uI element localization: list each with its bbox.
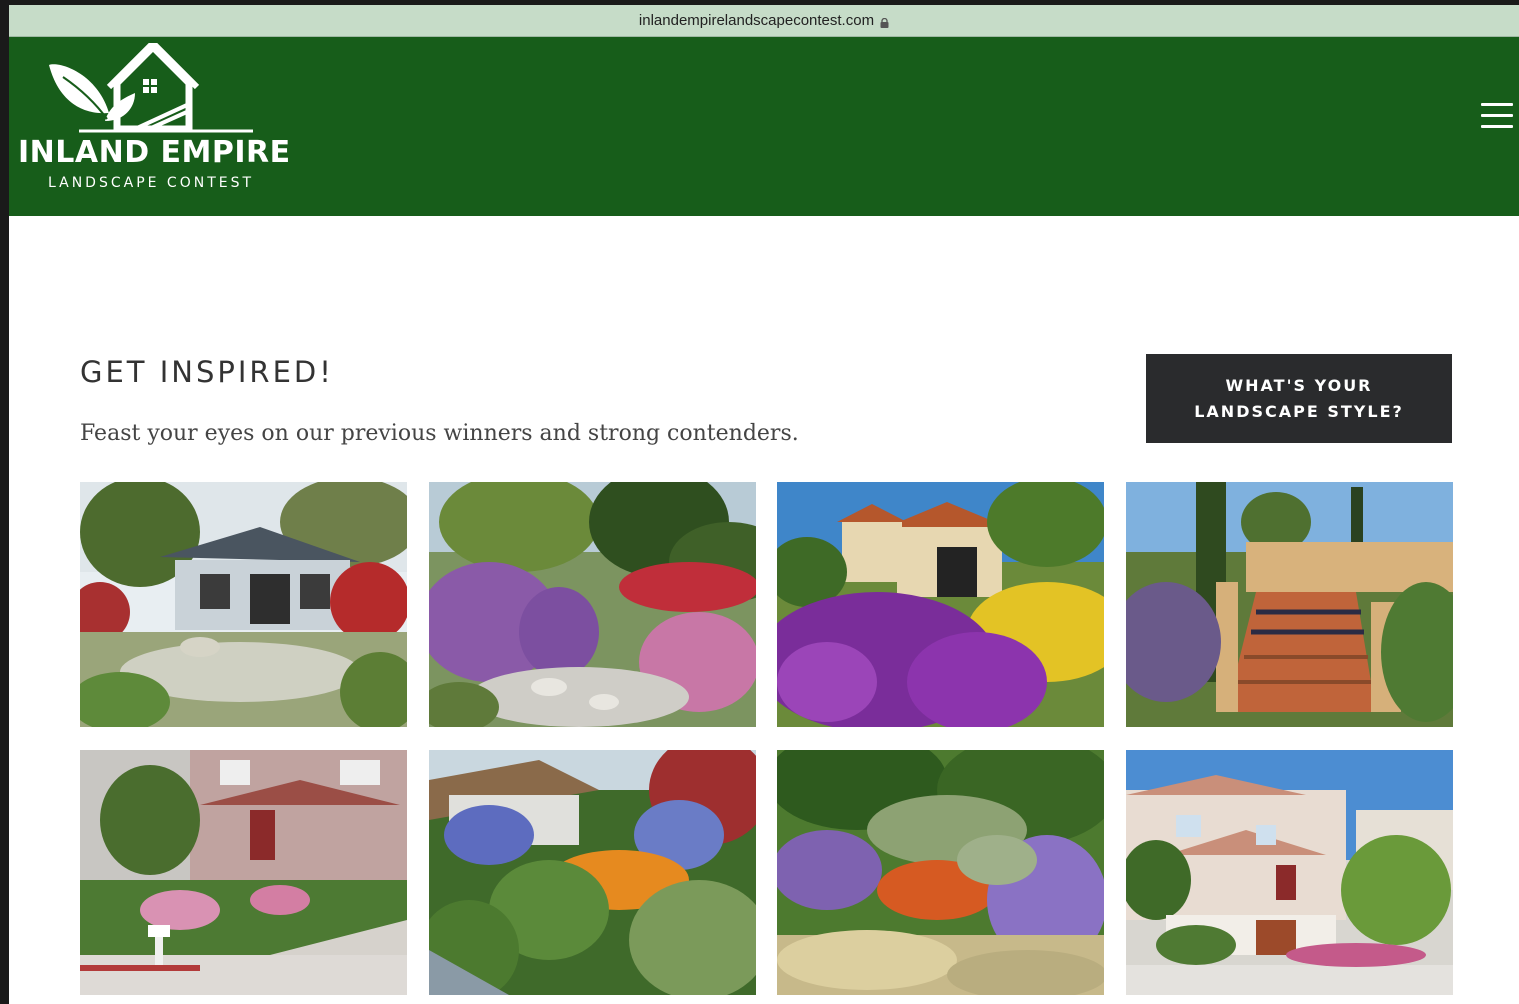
gallery-photo-spanish-house-purple-flowers[interactable] [777, 482, 1104, 727]
house-leaf-logo-icon [49, 43, 253, 133]
address-bar[interactable]: inlandempirelandscapecontest.com [9, 5, 1519, 37]
gallery-photo-lush-cottage-garden[interactable] [429, 750, 756, 995]
gallery-photo-wildflower-meadow[interactable] [777, 750, 1104, 995]
gallery-photo-craftsman-house-garden[interactable] [80, 482, 407, 727]
hamburger-menu-button[interactable] [1481, 103, 1513, 129]
landscape-style-button-label: WHAT'S YOUR LANDSCAPE STYLE? [1194, 375, 1404, 421]
site-header: INLAND EMPIRE LANDSCAPE CONTEST [9, 37, 1519, 216]
page-subtitle: Feast your eyes on our previous winners … [80, 421, 799, 446]
hamburger-icon [1481, 103, 1513, 106]
gallery-photo-terracotta-stairs-garden[interactable] [1126, 482, 1453, 727]
landscape-style-button[interactable]: WHAT'S YOUR LANDSCAPE STYLE? [1146, 354, 1452, 443]
logo-subtitle: LANDSCAPE CONTEST [48, 175, 255, 191]
gallery-photo-pink-house-front-yard[interactable] [80, 750, 407, 995]
logo-title: INLAND EMPIRE [18, 135, 291, 170]
hamburger-icon-line [1481, 114, 1513, 117]
window-frame-left [0, 0, 9, 1004]
hamburger-icon-line [1481, 125, 1513, 128]
gallery-photo-white-house-courtyard[interactable] [1126, 750, 1453, 995]
site-logo[interactable]: INLAND EMPIRE LANDSCAPE CONTEST [9, 37, 309, 216]
url-text: inlandempirelandscapecontest.com [638, 12, 875, 29]
lock-icon [880, 15, 889, 28]
page-heading: GET INSPIRED! [80, 355, 334, 389]
gallery-photo-purple-sage-rock-garden[interactable] [429, 482, 756, 727]
